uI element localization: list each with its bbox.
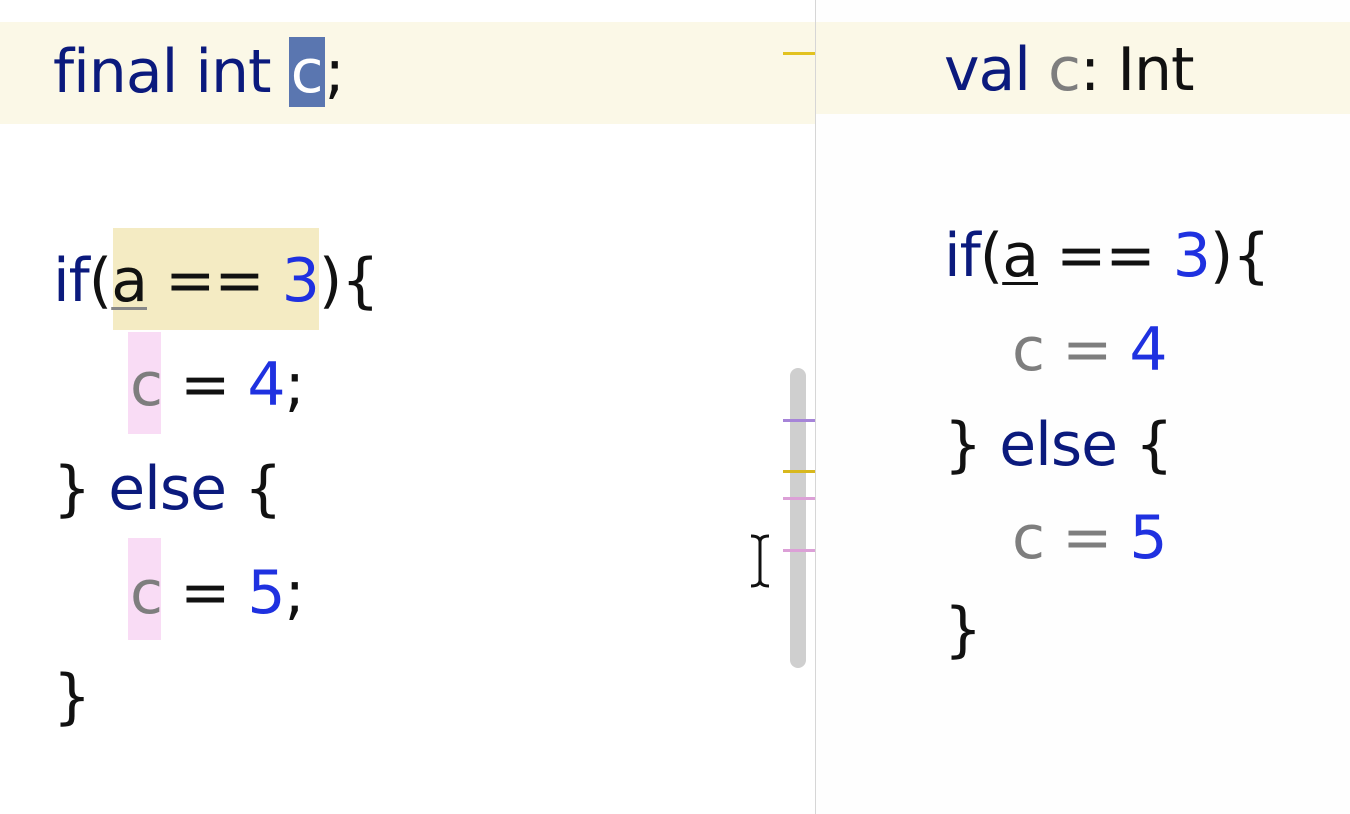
semicolon: ; [284,558,305,628]
open-brace: { [226,454,282,524]
code-line-end[interactable]: } [53,667,91,727]
number-4: 4 [247,350,285,420]
equals-operator: == [1038,221,1173,291]
code-line-else[interactable]: } else { [944,415,1173,475]
keyword-if: if [944,221,981,291]
open-paren: ( [979,221,1003,291]
variable-c[interactable]: c [1012,315,1045,385]
code-line-declaration[interactable]: val c: Int [944,40,1195,100]
number-3: 3 [1172,221,1211,291]
close-brace: } [944,410,1000,480]
semicolon: ; [284,350,305,420]
code-line-else[interactable]: } else { [53,459,282,519]
usage-marker-3[interactable] [783,497,815,500]
code-line-end[interactable]: } [944,600,982,660]
number-4: 4 [1129,315,1167,385]
assign-operator: = [162,558,248,628]
type-int: Int [1117,35,1194,105]
keyword-if: if [53,246,90,316]
variable-c[interactable]: c [130,350,163,420]
text-cursor-icon [750,534,770,588]
java-editor-pane[interactable]: final int c; if(a == 3){ c = 4; } else {… [0,0,815,814]
keyword-else: else [108,454,227,524]
selected-variable-c[interactable]: c [288,37,325,107]
usage-marker-2[interactable] [783,470,815,473]
code-line-assign-4[interactable]: c = 4; [130,355,305,415]
colon: : [1080,35,1118,105]
close-paren-brace: ){ [1209,221,1271,291]
assign-operator: = [1044,315,1130,385]
selection-marker[interactable] [783,52,815,55]
code-line-if[interactable]: if(a == 3){ [53,251,379,311]
close-paren-brace: ){ [318,246,380,316]
keyword-val: val [944,35,1049,105]
open-brace: { [1117,410,1173,480]
usage-marker-4[interactable] [783,549,815,552]
variable-a[interactable]: a [1002,221,1039,291]
usage-marker-1[interactable] [783,419,815,422]
code-line-assign-4[interactable]: c = 4 [1012,320,1168,380]
code-line-declaration[interactable]: final int c; [53,37,345,107]
vertical-scrollbar[interactable] [790,368,806,668]
keyword-else: else [999,410,1118,480]
code-line-if[interactable]: if(a == 3){ [944,226,1270,286]
open-paren: ( [88,246,112,316]
close-brace: } [944,595,982,665]
close-brace: } [53,454,109,524]
assign-operator: = [162,350,248,420]
equals-operator: == [147,246,282,316]
variable-c[interactable]: c [1012,503,1045,573]
assign-operator: = [1044,503,1130,573]
number-5: 5 [1129,503,1167,573]
code-line-assign-5[interactable]: c = 5 [1012,508,1168,568]
number-3: 3 [281,246,320,316]
close-brace: } [53,662,91,732]
kotlin-editor-pane[interactable]: val c: Int if(a == 3){ c = 4 } else { c … [816,0,1350,814]
variable-c[interactable]: c [1048,35,1081,105]
number-5: 5 [247,558,285,628]
code-line-assign-5[interactable]: c = 5; [130,563,305,623]
semicolon: ; [324,37,345,107]
variable-a[interactable]: a [111,246,148,316]
variable-c[interactable]: c [130,558,163,628]
keyword-final-int: final int [53,37,289,107]
